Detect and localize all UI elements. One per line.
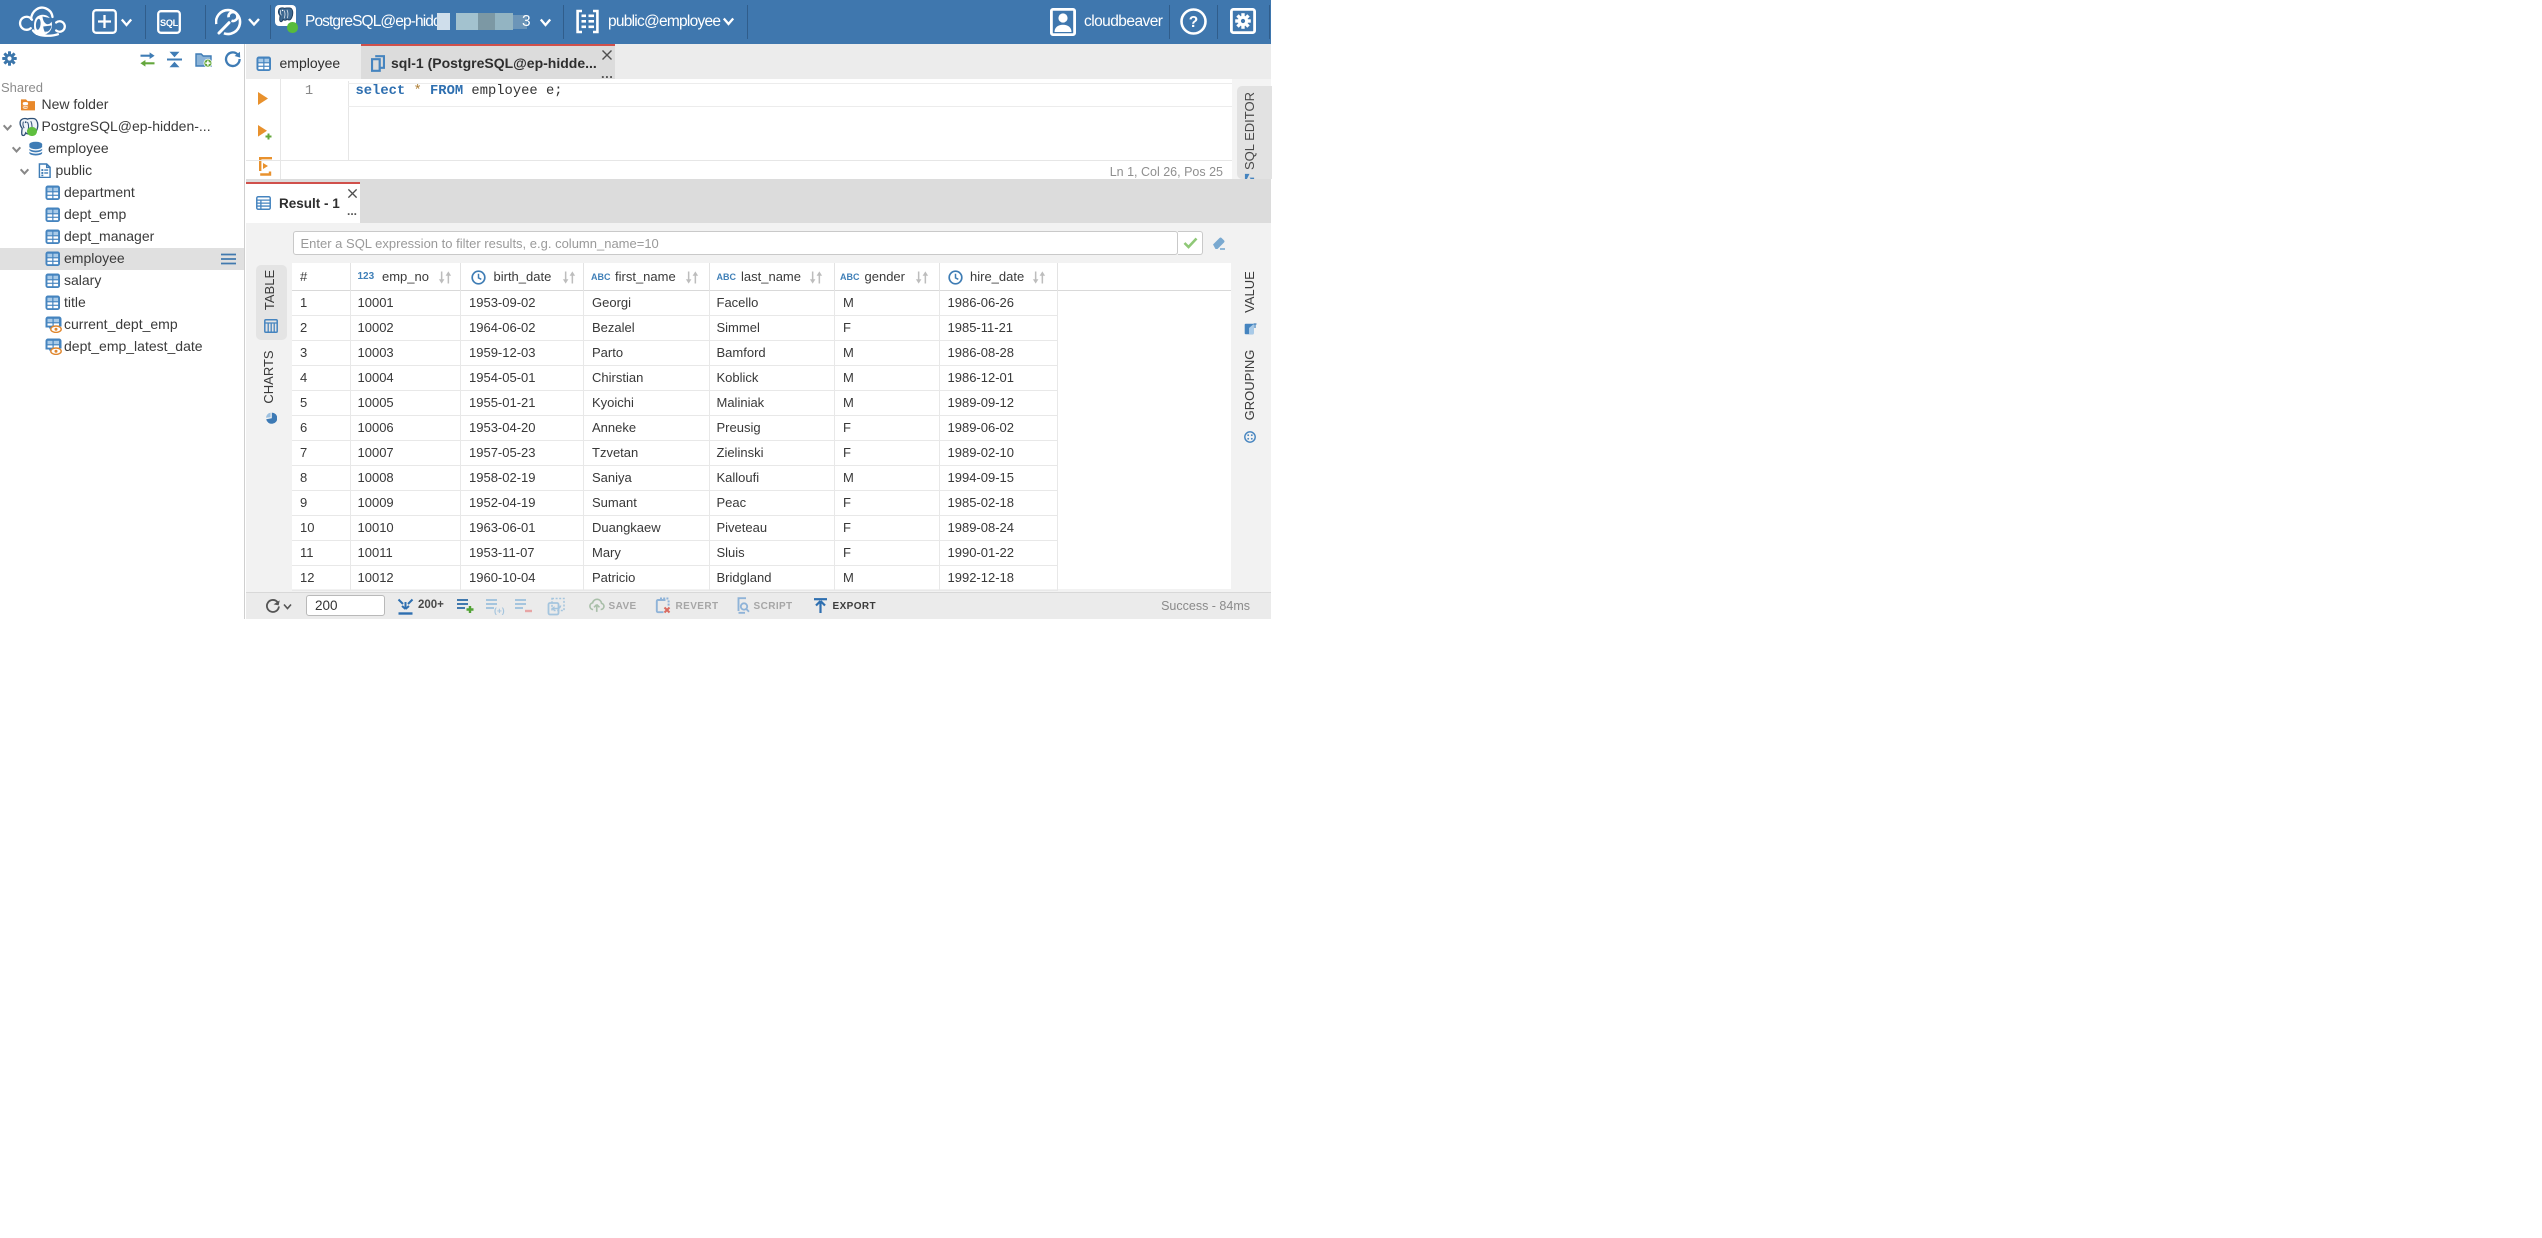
svg-text:(+): (+)	[494, 606, 505, 616]
svg-text:?: ?	[1189, 14, 1198, 31]
svg-text:SQL: SQL	[160, 18, 179, 28]
